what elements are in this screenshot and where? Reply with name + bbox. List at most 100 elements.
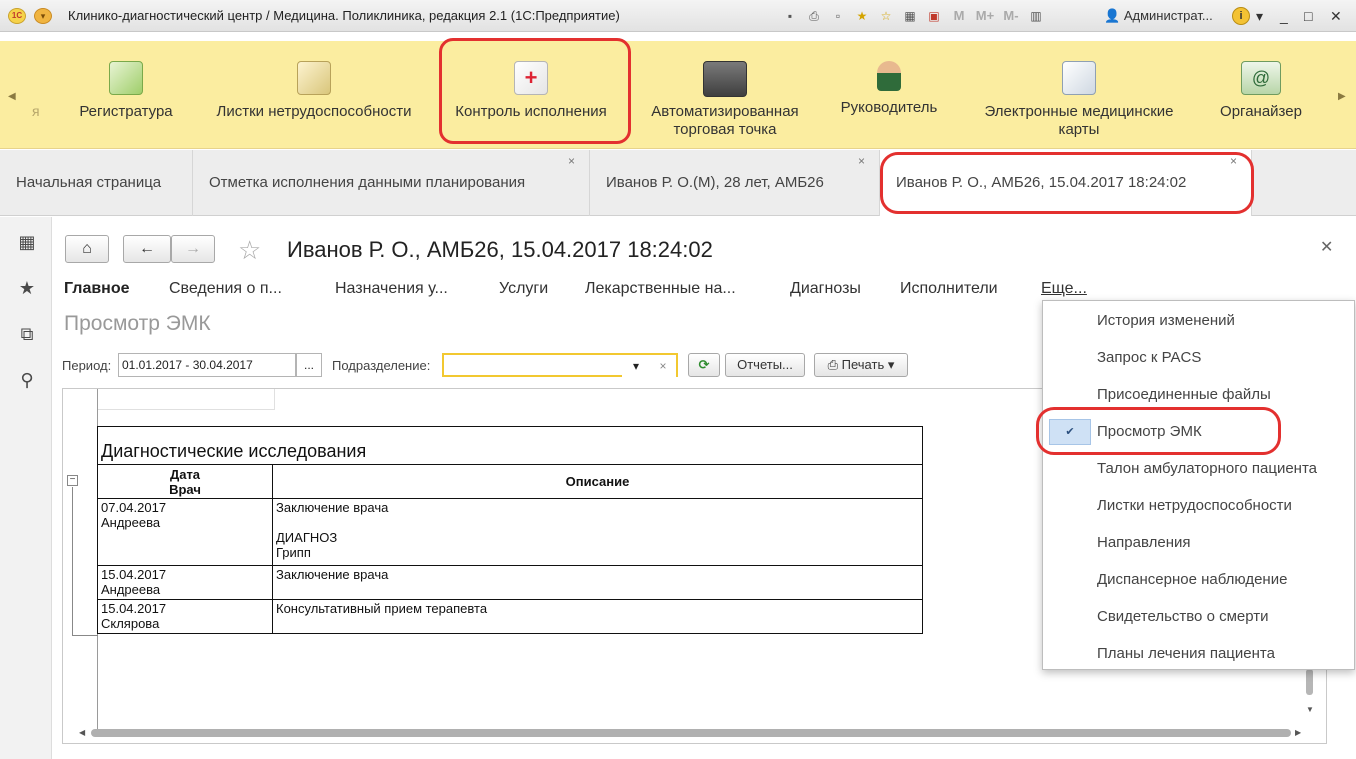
row-date: 07.04.2017 (101, 500, 167, 515)
menu-item-outpatient-coupon[interactable]: Талон амбулаторного пациента (1043, 450, 1356, 487)
chevron-down-icon: ▾ (887, 357, 895, 372)
section-emr[interactable]: Электронные медицинские карты (972, 61, 1186, 139)
memory-plus-button[interactable]: M+ (974, 6, 996, 26)
refresh-button[interactable]: ⟳ (688, 353, 720, 377)
cmd-performers[interactable]: Исполнители (900, 280, 998, 298)
menu-item-death-certificate[interactable]: Свидетельство о смерти (1043, 598, 1356, 635)
scroll-right-icon[interactable]: ▶ (1295, 728, 1301, 737)
more-menu-dropdown: История изменений Запрос к PACS Присоеди… (1042, 300, 1355, 670)
print-icon[interactable]: ⎙ (804, 6, 824, 26)
period-label: Период: (62, 358, 112, 373)
section-label: Листки нетрудоспособности (216, 103, 412, 120)
manager-icon (877, 61, 901, 91)
section-manager[interactable]: Руководитель (834, 61, 944, 117)
menu-item-referrals[interactable]: Направления (1043, 524, 1356, 561)
menu-item-treatment-plans[interactable]: Планы лечения пациента (1043, 635, 1356, 672)
section-retail-point[interactable]: Автоматизированная торговая точка (640, 61, 810, 139)
memory-button[interactable]: M (948, 6, 970, 26)
maximize-button[interactable]: □ (1304, 8, 1312, 24)
panel-layout-icon[interactable]: ▥ (1026, 6, 1046, 26)
back-button[interactable]: ← (123, 235, 171, 263)
history-icon[interactable]: ⧉ (16, 323, 38, 345)
department-dropdown-icon[interactable]: ▾ (622, 355, 650, 379)
section-sick-leave[interactable]: Листки нетрудоспособности (206, 61, 422, 121)
vertical-scrollbar[interactable] (1306, 669, 1313, 695)
menu-item-label: Направления (1097, 534, 1191, 551)
section-registratura[interactable]: Регистратура (66, 61, 186, 121)
row-desc-line: Заключение врача (276, 567, 389, 582)
department-clear-icon[interactable]: × (650, 355, 676, 379)
section-label: Автоматизированная торговая точка (651, 103, 799, 138)
row-desc-line (276, 515, 919, 530)
main-menu-button[interactable]: ▾ (34, 8, 52, 24)
cmd-prescriptions[interactable]: Назначения у... (335, 280, 448, 298)
cmd-more[interactable]: Еще... (1041, 280, 1087, 298)
sections-scroll-right-icon[interactable]: ▶ (1338, 91, 1346, 102)
preview-icon[interactable]: ▫ (828, 6, 848, 26)
diagnostic-table: Диагностические исследования Дата Врач О… (97, 426, 923, 634)
table-row[interactable]: 15.04.2017 Андреева Заключение врача (97, 565, 923, 600)
tab-label: Отметка исполнения данными планирования (209, 174, 526, 191)
favorites-star-icon[interactable]: ★ (16, 277, 38, 299)
cmd-medications[interactable]: Лекарственные на... (585, 280, 736, 298)
menu-item-label: История изменений (1097, 312, 1235, 329)
menu-item-label: Планы лечения пациента (1097, 645, 1275, 662)
reports-button[interactable]: Отчеты... (725, 353, 805, 377)
scroll-left-icon[interactable]: ◀ (79, 728, 85, 737)
print-label: Печать (841, 357, 885, 372)
period-input[interactable]: 01.01.2017 - 30.04.2017 (118, 353, 296, 377)
favorite-star-icon[interactable]: ☆ (238, 236, 261, 264)
add-favorite-icon[interactable]: ★ (852, 6, 872, 26)
menu-item-sick-leave[interactable]: Листки нетрудоспособности (1043, 487, 1356, 524)
print-button[interactable]: ⎙ Печать ▾ (814, 353, 908, 377)
cmd-info[interactable]: Сведения о п... (169, 280, 282, 298)
menu-item-pacs-request[interactable]: Запрос к PACS (1043, 339, 1356, 376)
calendar-icon[interactable]: ▣ (924, 6, 944, 26)
tab-close-icon[interactable]: × (568, 154, 575, 168)
department-label: Подразделение: (332, 358, 431, 373)
menu-item-label: Свидетельство о смерти (1097, 608, 1269, 625)
menu-item-dispensary[interactable]: Диспансерное наблюдение (1043, 561, 1356, 598)
menu-item-change-history[interactable]: История изменений (1043, 302, 1356, 339)
tab-home[interactable]: Начальная страница (0, 150, 193, 216)
sections-scroll-left-icon[interactable]: ◀ (8, 91, 16, 102)
close-form-icon[interactable]: ✕ (1320, 237, 1333, 257)
menu-item-label: Диспансерное наблюдение (1097, 571, 1288, 588)
table-row[interactable]: 07.04.2017 Андреева Заключение врача ДИАГ… (97, 498, 923, 566)
menu-item-label: Талон амбулаторного пациента (1097, 460, 1317, 477)
menu-item-label: Листки нетрудоспособности (1097, 497, 1292, 514)
annotation-highlight-menu-item (1036, 407, 1281, 455)
column-header-date: Дата (169, 466, 201, 482)
collapse-group-icon[interactable]: − (67, 475, 78, 486)
minimize-button[interactable]: _ (1280, 8, 1288, 24)
tab-execution-mark[interactable]: Отметка исполнения данными планирования … (193, 150, 590, 216)
search-icon[interactable]: ⚲ (16, 369, 38, 391)
annotation-highlight-tab (880, 152, 1254, 214)
scroll-down-icon[interactable]: ▼ (1306, 705, 1314, 714)
memory-minus-button[interactable]: M- (1000, 6, 1022, 26)
cmd-diagnoses[interactable]: Диагнозы (790, 280, 861, 298)
save-icon[interactable]: ▪ (780, 6, 800, 26)
table-row[interactable]: 15.04.2017 Склярова Консультативный прием… (97, 599, 923, 634)
period-select-button[interactable]: ... (296, 353, 322, 377)
user-menu[interactable]: 👤 Администрат... (1104, 8, 1213, 24)
dropdown-arrow-icon[interactable]: ▾ (1256, 8, 1263, 24)
favorites-icon[interactable]: ☆ (876, 6, 896, 26)
section-label: Регистратура (79, 103, 173, 120)
column-header-date-doctor: Дата Врач (97, 464, 273, 499)
horizontal-scrollbar[interactable] (91, 729, 1291, 737)
calculator-icon[interactable]: ▦ (900, 6, 920, 26)
apps-grid-icon[interactable]: ▦ (16, 231, 38, 253)
section-organizer[interactable]: @ Органайзер (1206, 61, 1316, 121)
tab-close-icon[interactable]: × (858, 154, 865, 168)
cmd-main[interactable]: Главное (64, 280, 130, 298)
cmd-services[interactable]: Услуги (499, 280, 548, 298)
row-doctor: Андреева (101, 582, 161, 597)
menu-item-label: Присоединенные файлы (1097, 386, 1271, 403)
forward-button[interactable]: → (171, 235, 215, 263)
group-line (72, 487, 73, 635)
info-icon[interactable]: i (1232, 7, 1250, 25)
tab-patient-card[interactable]: Иванов Р. О.(М), 28 лет, АМБ26 × (590, 150, 880, 216)
home-button[interactable]: ⌂ (65, 235, 109, 263)
close-window-button[interactable]: ✕ (1330, 8, 1342, 24)
